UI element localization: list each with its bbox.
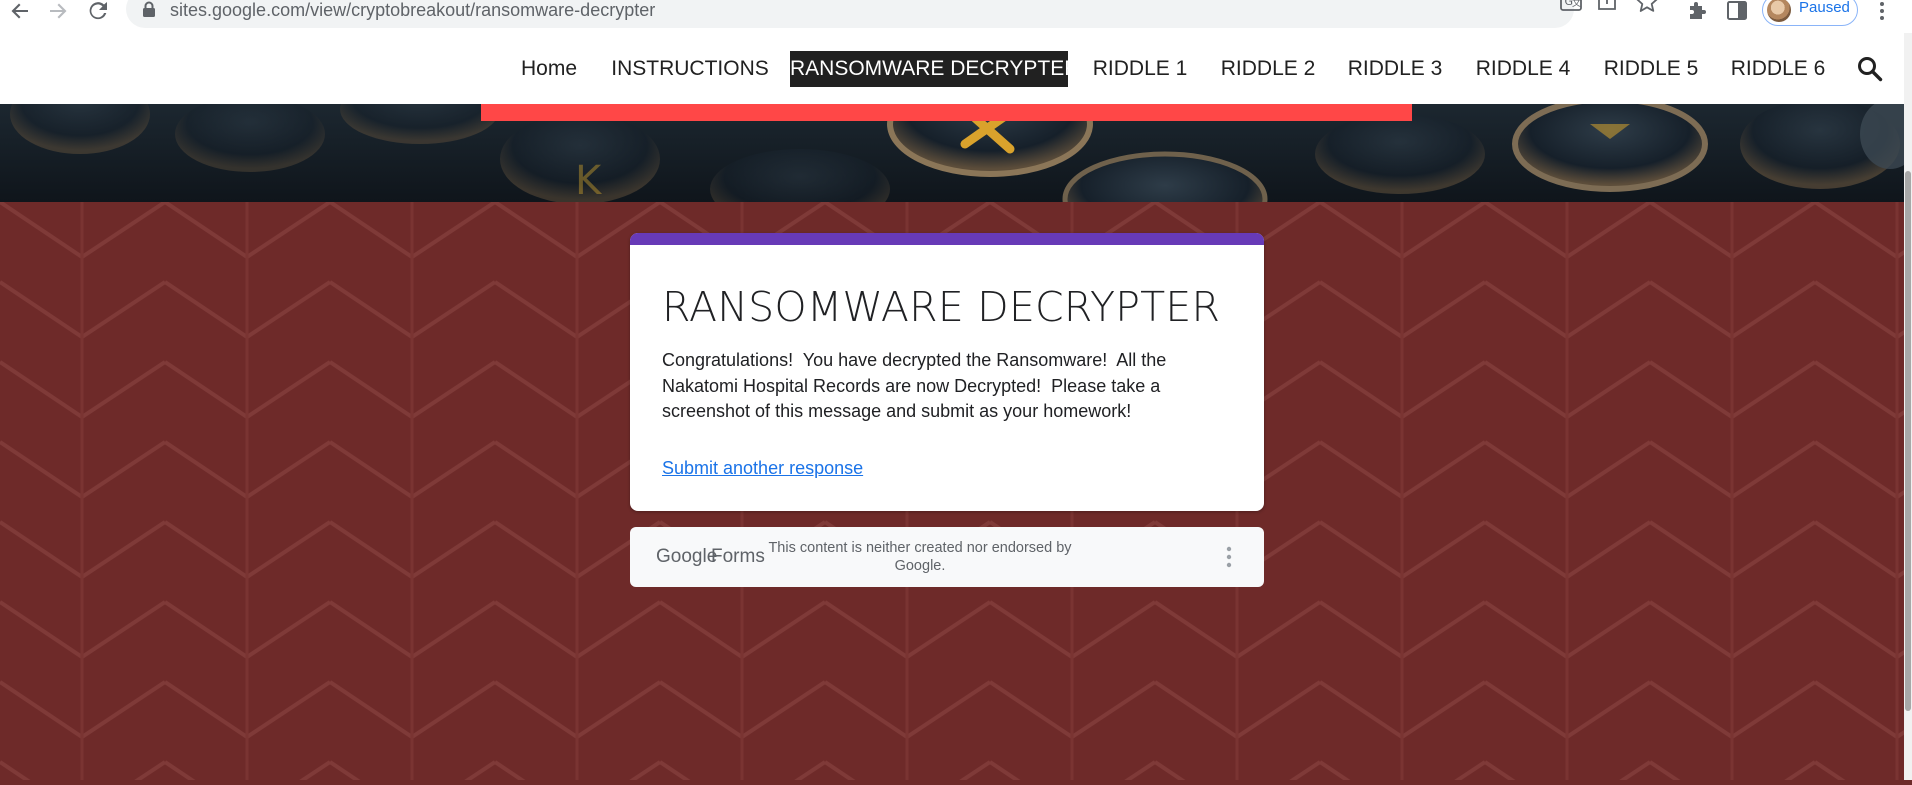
nav-instructions[interactable]: INSTRUCTIONS <box>611 51 769 87</box>
back-icon[interactable] <box>6 0 34 22</box>
nav-riddle-3[interactable]: RIDDLE 3 <box>1345 51 1445 87</box>
search-icon[interactable] <box>1855 54 1885 84</box>
share-icon[interactable] <box>1594 0 1620 12</box>
extensions-puzzle-icon[interactable] <box>1684 0 1710 22</box>
form-title: RANSOMWARE DECRYPTER <box>662 283 1221 331</box>
avatar <box>1767 0 1791 22</box>
side-panel-icon[interactable] <box>1724 0 1750 22</box>
form-response-card: RANSOMWARE DECRYPTER Congratulations! Yo… <box>630 233 1264 511</box>
confirmation-message: Congratulations! You have decrypted the … <box>662 350 1172 421</box>
google-logo-text[interactable]: Google <box>656 546 717 568</box>
profile-status: Paused <box>1799 0 1850 16</box>
browser-menu-icon[interactable] <box>1872 0 1892 22</box>
nav-ransomware-decrypter[interactable]: RANSOMWARE DECRYPTER <box>790 51 1079 87</box>
url-text[interactable]: sites.google.com/view/cryptobreakout/ran… <box>170 0 655 21</box>
nav-riddle-2[interactable]: RIDDLE 2 <box>1218 51 1318 87</box>
lock-icon[interactable] <box>142 1 156 22</box>
site-header: Home INSTRUCTIONS RANSOMWARE DECRYPTER R… <box>0 33 1904 104</box>
more-options-icon[interactable] <box>1224 543 1234 571</box>
nav-riddle-6[interactable]: RIDDLE 6 <box>1728 51 1828 87</box>
profile-button[interactable]: Paused <box>1762 0 1858 26</box>
browser-toolbar: sites.google.com/view/cryptobreakout/ran… <box>0 0 1912 34</box>
scrollbar-thumb[interactable] <box>1905 171 1911 711</box>
address-bar[interactable]: sites.google.com/view/cryptobreakout/ran… <box>126 0 1658 28</box>
svg-text:文: 文 <box>1572 0 1581 9</box>
accent-bar <box>481 104 1412 121</box>
page-scrollbar[interactable] <box>1904 33 1912 780</box>
forms-logo-text[interactable]: Forms <box>711 546 765 568</box>
svg-text:K: K <box>575 158 603 202</box>
nav-home[interactable]: Home <box>513 51 585 87</box>
bookmark-star-icon[interactable] <box>1634 0 1660 12</box>
nav-riddle-1[interactable]: RIDDLE 1 <box>1090 51 1190 87</box>
forward-icon[interactable] <box>44 0 72 22</box>
nav-riddle-5[interactable]: RIDDLE 5 <box>1601 51 1701 87</box>
google-forms-footer: Google Forms This content is neither cre… <box>630 527 1264 587</box>
disclaimer-text: This content is neither created nor endo… <box>768 540 1072 574</box>
submit-another-response-link[interactable]: Submit another response <box>662 458 863 479</box>
nav-riddle-4[interactable]: RIDDLE 4 <box>1473 51 1573 87</box>
reload-icon[interactable] <box>84 0 112 22</box>
form-header-strip <box>630 233 1264 245</box>
header-banner-image: K <box>0 104 1904 202</box>
translate-icon[interactable]: G文 <box>1558 0 1584 12</box>
